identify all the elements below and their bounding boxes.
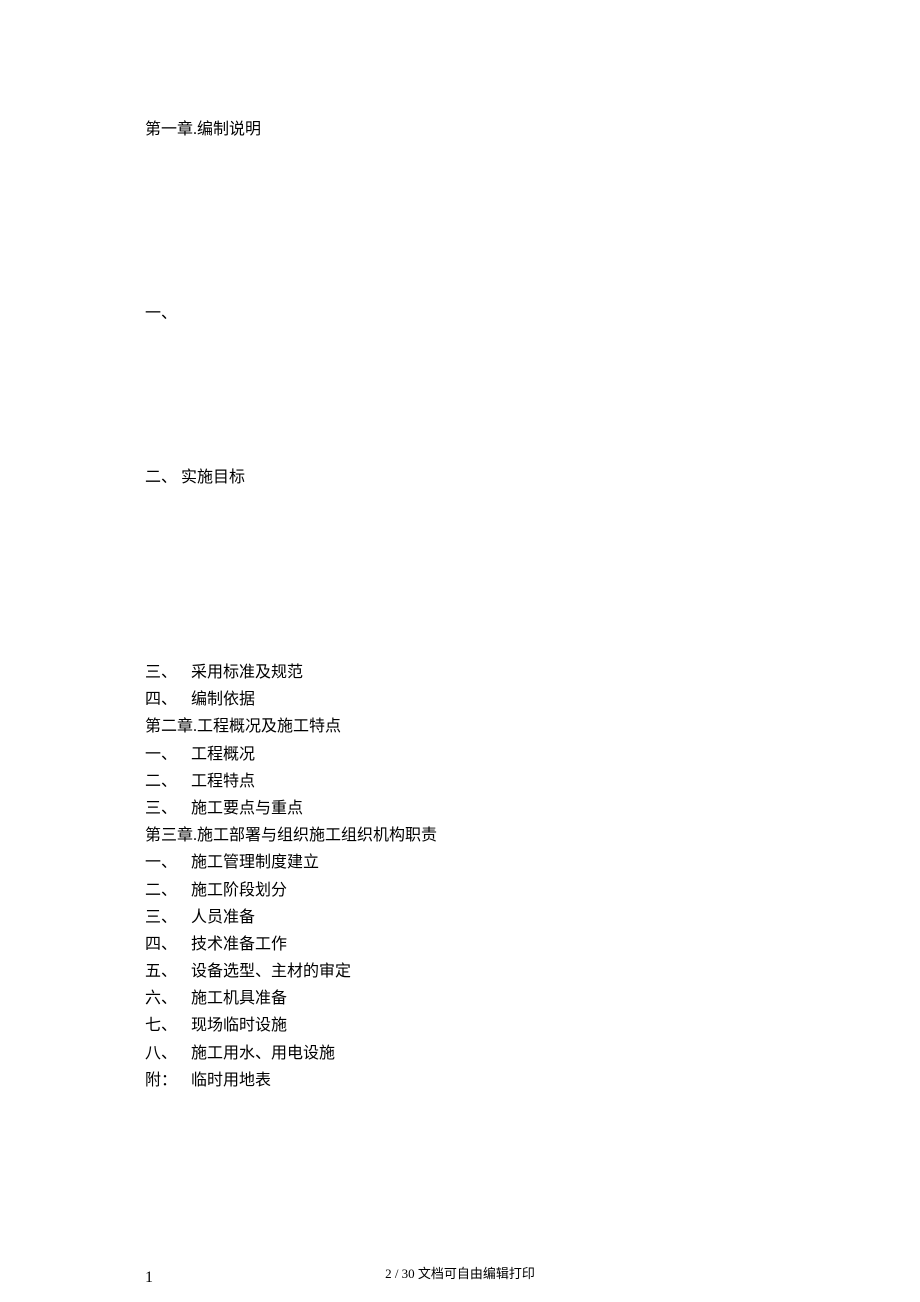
toc-item-label: 二、 xyxy=(145,877,177,904)
toc-item: 二、施工阶段划分 xyxy=(145,877,775,904)
toc-item-label: 一、 xyxy=(145,849,177,876)
toc-item-text: 施工用水、用电设施 xyxy=(191,1045,335,1062)
toc-item: 四、编制依据 xyxy=(145,686,775,713)
toc-item-label: 二、 xyxy=(145,768,177,795)
toc-list: 三、采用标准及规范四、编制依据第二章.工程概况及施工特点一、工程概况二、工程特点… xyxy=(145,659,775,1094)
toc-item-label: 三、 xyxy=(145,904,177,931)
toc-item-label: 一、 xyxy=(145,741,177,768)
toc-item: 八、施工用水、用电设施 xyxy=(145,1040,775,1067)
toc-item: 第二章.工程概况及施工特点 xyxy=(145,713,775,740)
toc-item-text: 施工阶段划分 xyxy=(191,882,287,899)
toc-item: 四、技术准备工作 xyxy=(145,931,775,958)
toc-item: 附： 临时用地表 xyxy=(145,1067,775,1094)
toc-item-text: 工程概况 xyxy=(191,746,255,763)
toc-item-label: 附： xyxy=(145,1067,177,1094)
section-2: 二、 实施目标 xyxy=(145,463,775,487)
toc-item-label: 六、 xyxy=(145,985,177,1012)
toc-item-text: 技术准备工作 xyxy=(191,936,287,953)
toc-item-label: 三、 xyxy=(145,659,177,686)
toc-item-label: 三、 xyxy=(145,795,177,822)
toc-item: 七、现场临时设施 xyxy=(145,1012,775,1039)
toc-item-text: 人员准备 xyxy=(191,909,255,926)
page-footer: 2 / 30 文档可自由编辑打印 xyxy=(0,1263,920,1282)
toc-item: 五、设备选型、主材的审定 xyxy=(145,958,775,985)
toc-item-label: 四、 xyxy=(145,686,177,713)
toc-item-text: 工程特点 xyxy=(191,773,255,790)
toc-item: 六、施工机具准备 xyxy=(145,985,775,1012)
toc-item-label: 八、 xyxy=(145,1040,177,1067)
toc-item: 第三章.施工部署与组织施工组织机构职责 xyxy=(145,822,775,849)
toc-item: 三、施工要点与重点 xyxy=(145,795,775,822)
toc-item-label: 四、 xyxy=(145,931,177,958)
section-2-title: 实施目标 xyxy=(181,469,245,486)
section-1-marker: 一、 xyxy=(145,299,775,323)
toc-item: 三、采用标准及规范 xyxy=(145,659,775,686)
toc-item: 一、工程概况 xyxy=(145,741,775,768)
toc-item-text: 编制依据 xyxy=(191,691,255,708)
document-page: 第一章.编制说明 一、 二、 实施目标 三、采用标准及规范四、编制依据第二章.工… xyxy=(0,0,920,1287)
toc-item-label: 五、 xyxy=(145,958,177,985)
toc-item-label: 七、 xyxy=(145,1012,177,1039)
toc-item-text: 施工机具准备 xyxy=(191,990,287,1007)
section-2-marker: 二、 xyxy=(145,469,177,486)
toc-item-text: 临时用地表 xyxy=(191,1072,271,1089)
toc-item-text: 第三章.施工部署与组织施工组织机构职责 xyxy=(145,827,437,844)
toc-item: 二、工程特点 xyxy=(145,768,775,795)
chapter-1-title: 第一章.编制说明 xyxy=(145,115,775,139)
toc-item-text: 现场临时设施 xyxy=(191,1017,287,1034)
toc-item: 三、人员准备 xyxy=(145,904,775,931)
toc-item-text: 施工要点与重点 xyxy=(191,800,303,817)
toc-item-text: 采用标准及规范 xyxy=(191,664,303,681)
toc-item-text: 第二章.工程概况及施工特点 xyxy=(145,718,341,735)
toc-item: 一、施工管理制度建立 xyxy=(145,849,775,876)
toc-item-text: 设备选型、主材的审定 xyxy=(191,963,351,980)
toc-item-text: 施工管理制度建立 xyxy=(191,854,319,871)
